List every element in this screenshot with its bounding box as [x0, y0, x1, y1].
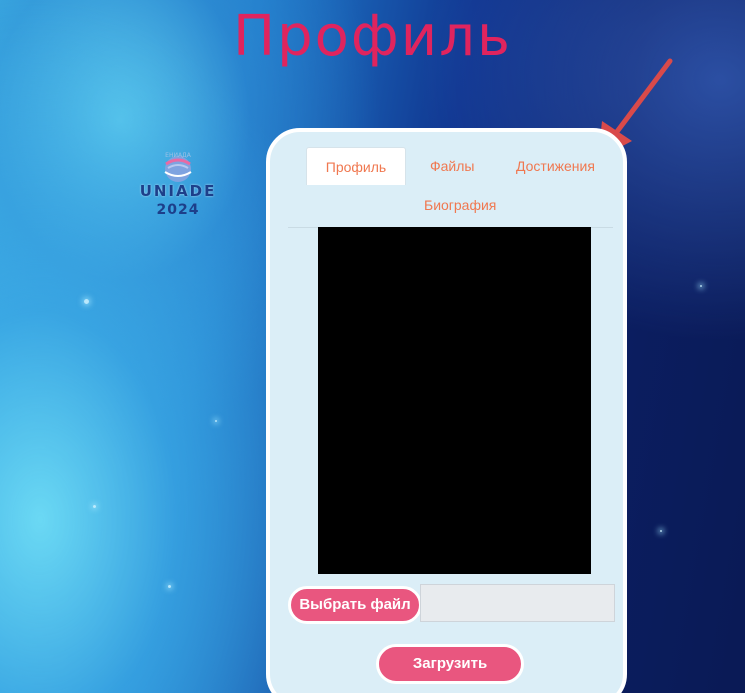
uniade-logo: ЕНИАДА UNIADE 2024	[128, 150, 228, 225]
tab-achievements[interactable]: Достижения	[516, 158, 595, 174]
video-preview[interactable]	[318, 227, 591, 574]
logo-top-text: ЕНИАДА	[165, 152, 192, 159]
logo-year: 2024	[156, 202, 200, 218]
profile-tabs: Профиль Файлы Достижения Биография	[288, 147, 613, 228]
tab-files[interactable]: Файлы	[430, 158, 474, 174]
choose-file-button[interactable]: Выбрать файл	[288, 586, 422, 624]
file-name-field[interactable]	[420, 584, 615, 622]
background-sparkle	[168, 585, 171, 588]
profile-card: Профиль Файлы Достижения Биография Выбра…	[266, 128, 627, 693]
background-sparkle	[215, 420, 217, 422]
globe-icon: ЕНИАДА	[164, 152, 192, 182]
background-sparkle	[700, 285, 702, 287]
background-sparkle	[84, 299, 89, 304]
tab-profile[interactable]: Профиль	[306, 147, 406, 185]
logo-name: UNIADE	[139, 182, 217, 200]
background-sparkle	[660, 530, 662, 532]
background-sparkle	[93, 505, 96, 508]
tab-biography[interactable]: Биография	[424, 197, 496, 213]
upload-button[interactable]: Загрузить	[376, 644, 524, 684]
